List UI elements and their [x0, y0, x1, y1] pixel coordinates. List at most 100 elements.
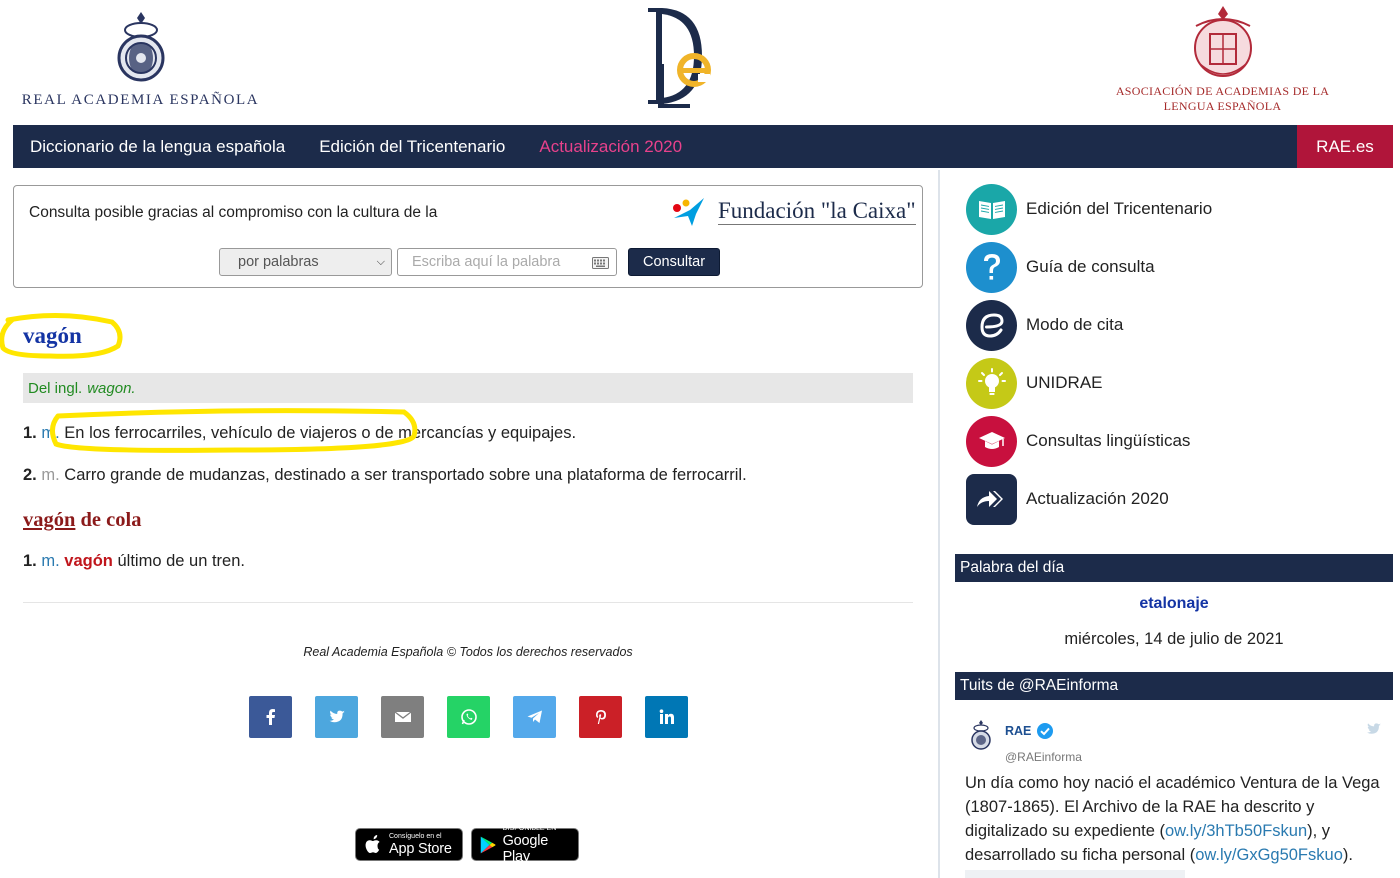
copyright-text: Real Academia Española © Todos los derec… — [303, 645, 633, 659]
tweet-link[interactable]: ow.ly/3hTb50Fskun — [1165, 822, 1307, 840]
acepcion-text: En los ferrocarriles, vehículo de viajer… — [64, 424, 577, 442]
subentry-acepcion-1: 1. m. vagón último de un tren. — [23, 552, 245, 571]
cross-reference-link[interactable]: vagón — [64, 552, 113, 570]
google-play-big-label: Google Play — [502, 832, 549, 865]
acepcion-text: último de un tren. — [117, 552, 245, 570]
palabra-del-dia-word[interactable]: etalonaje — [955, 595, 1393, 613]
app-store-small-label: Consíguelo en el — [389, 832, 442, 840]
forward-arrows-icon — [966, 473, 1017, 525]
nav-actualizacion-2020[interactable]: Actualización 2020 — [522, 137, 699, 157]
asale-logo-line1: ASOCIACIÓN DE ACADEMIAS DE LA — [1115, 84, 1330, 98]
search-input[interactable] — [412, 250, 602, 274]
acepcion-number: 2. — [23, 466, 37, 484]
tweet-author-name[interactable]: RAE — [1005, 722, 1054, 740]
la-caixa-star-icon — [673, 198, 704, 226]
share-email-button[interactable] — [381, 696, 424, 738]
etymology-word: wagon. — [87, 379, 136, 397]
rae-avatar[interactable] — [968, 719, 994, 751]
consultar-button[interactable]: Consultar — [628, 248, 720, 276]
graduation-cap-icon — [966, 415, 1017, 467]
share-whatsapp-button[interactable] — [447, 696, 490, 738]
sidebar-item-label: Actualización 2020 — [1026, 489, 1169, 508]
main-navbar: Diccionario de la lengua española Edició… — [13, 125, 1393, 168]
e-letter-icon — [966, 299, 1017, 351]
sponsor-text: Consulta posible gracias al compromiso c… — [29, 204, 438, 221]
content-separator — [23, 602, 913, 603]
subentry-heading: vagón de cola — [23, 509, 141, 532]
app-store-badge[interactable]: Consíguelo en el App Store — [355, 828, 463, 861]
subentry-link-word[interactable]: vagón — [23, 509, 75, 531]
lightbulb-icon — [966, 357, 1017, 409]
share-telegram-button[interactable] — [513, 696, 556, 738]
palabra-del-dia-header: Palabra del día — [955, 554, 1393, 582]
share-buttons — [249, 696, 711, 738]
entry-headword: vagón — [23, 323, 82, 348]
facebook-icon — [266, 709, 275, 725]
sidebar-item-modo-cita[interactable]: Modo de cita — [966, 296, 1212, 354]
twitter-bird-icon[interactable] — [1364, 722, 1382, 738]
etymology-prefix: Del ingl. — [28, 379, 83, 397]
nav-tricentenario[interactable]: Edición del Tricentenario — [302, 137, 522, 157]
rae-logo[interactable]: REAL ACADEMIA ESPAÑOLA — [18, 8, 263, 109]
nav-rae-es-link[interactable]: RAE.es — [1297, 125, 1393, 168]
la-caixa-logo[interactable]: Fundación "la Caixa" — [670, 194, 916, 228]
chevron-down-icon: ⌵ — [376, 256, 385, 268]
apple-icon — [365, 834, 380, 853]
app-store-big-label: App Store — [389, 840, 452, 857]
keyboard-icon[interactable] — [592, 257, 609, 269]
share-facebook-button[interactable] — [249, 696, 292, 738]
rae-crest-icon — [117, 12, 164, 82]
tweet-link[interactable]: ow.ly/GxGg50Fskuo — [1195, 846, 1343, 864]
acepcion-abbr[interactable]: m. — [41, 424, 59, 442]
palabra-del-dia-date: miércoles, 14 de julio de 2021 — [1064, 630, 1284, 648]
tweet-text: Un día como hoy nació el académico Ventu… — [965, 771, 1390, 867]
email-icon — [394, 711, 411, 722]
la-caixa-name: Fundación "la Caixa" — [718, 197, 916, 225]
sidebar-item-label: Modo de cita — [1026, 315, 1124, 334]
telegram-icon — [527, 710, 542, 723]
acepcion-abbr[interactable]: m. — [41, 552, 59, 570]
tweet-author-label: RAE — [1005, 724, 1032, 738]
asale-logo-line2: LENGUA ESPAÑOLA — [1163, 99, 1282, 113]
subentry-rest: de cola — [80, 509, 142, 531]
acepcion-2: 2. m. Carro grande de mudanzas, destinad… — [23, 466, 747, 485]
acepcion-1: 1. m. En los ferrocarriles, vehículo de … — [23, 424, 576, 443]
tweet-media-preview[interactable] — [965, 870, 1185, 878]
app-store-badges: Consíguelo en el App Store DISPONIBLE EN… — [355, 825, 587, 865]
tweet-text-part: ). — [1342, 846, 1353, 864]
acepcion-abbr[interactable]: m. — [41, 466, 59, 484]
search-mode-select[interactable]: por palabras ⌵ — [219, 248, 392, 276]
google-play-text: DISPONIBLE EN Google Play — [503, 825, 570, 865]
pinterest-icon — [595, 710, 606, 724]
tweet-handle[interactable]: @RAEinforma — [1005, 750, 1082, 764]
asale-logo[interactable]: ASOCIACIÓN DE ACADEMIAS DE LA LENGUA ESP… — [1100, 4, 1345, 114]
sidebar-item-label: Guía de consulta — [1026, 257, 1155, 276]
whatsapp-icon — [460, 709, 477, 725]
rae-logo-text: REAL ACADEMIA ESPAÑOLA — [21, 92, 260, 108]
sidebar-divider — [938, 170, 940, 878]
sidebar-item-tricentenario[interactable]: Edición del Tricentenario — [966, 180, 1212, 238]
nav-diccionario[interactable]: Diccionario de la lengua española — [13, 137, 302, 157]
dle-logo-icon — [648, 8, 711, 108]
asale-logo-text: ASOCIACIÓN DE ACADEMIAS DE LA LENGUA ESP… — [1100, 84, 1345, 114]
share-twitter-button[interactable] — [315, 696, 358, 738]
share-linkedin-button[interactable] — [645, 696, 688, 738]
app-store-text: Consíguelo en el App Store — [389, 833, 452, 857]
question-icon — [966, 241, 1017, 293]
google-play-small-label: DISPONIBLE EN — [502, 824, 557, 832]
acepcion-number: 1. — [23, 552, 37, 570]
sidebar-item-unidrae[interactable]: UNIDRAE — [966, 354, 1212, 412]
dle-logo[interactable] — [640, 4, 720, 110]
share-pinterest-button[interactable] — [579, 696, 622, 738]
twitter-icon — [328, 710, 345, 723]
search-mode-value: por palabras — [238, 254, 319, 270]
linkedin-icon — [659, 709, 674, 724]
search-input-wrapper[interactable] — [397, 248, 617, 276]
sidebar-item-guia[interactable]: Guía de consulta — [966, 238, 1212, 296]
sidebar-item-actualizacion[interactable]: Actualización 2020 — [966, 470, 1212, 528]
acepcion-number: 1. — [23, 424, 37, 442]
google-play-icon — [480, 836, 496, 853]
google-play-badge[interactable]: DISPONIBLE EN Google Play — [471, 825, 579, 865]
sidebar-item-consultas[interactable]: Consultas lingüísticas — [966, 412, 1212, 470]
book-icon — [966, 183, 1017, 235]
